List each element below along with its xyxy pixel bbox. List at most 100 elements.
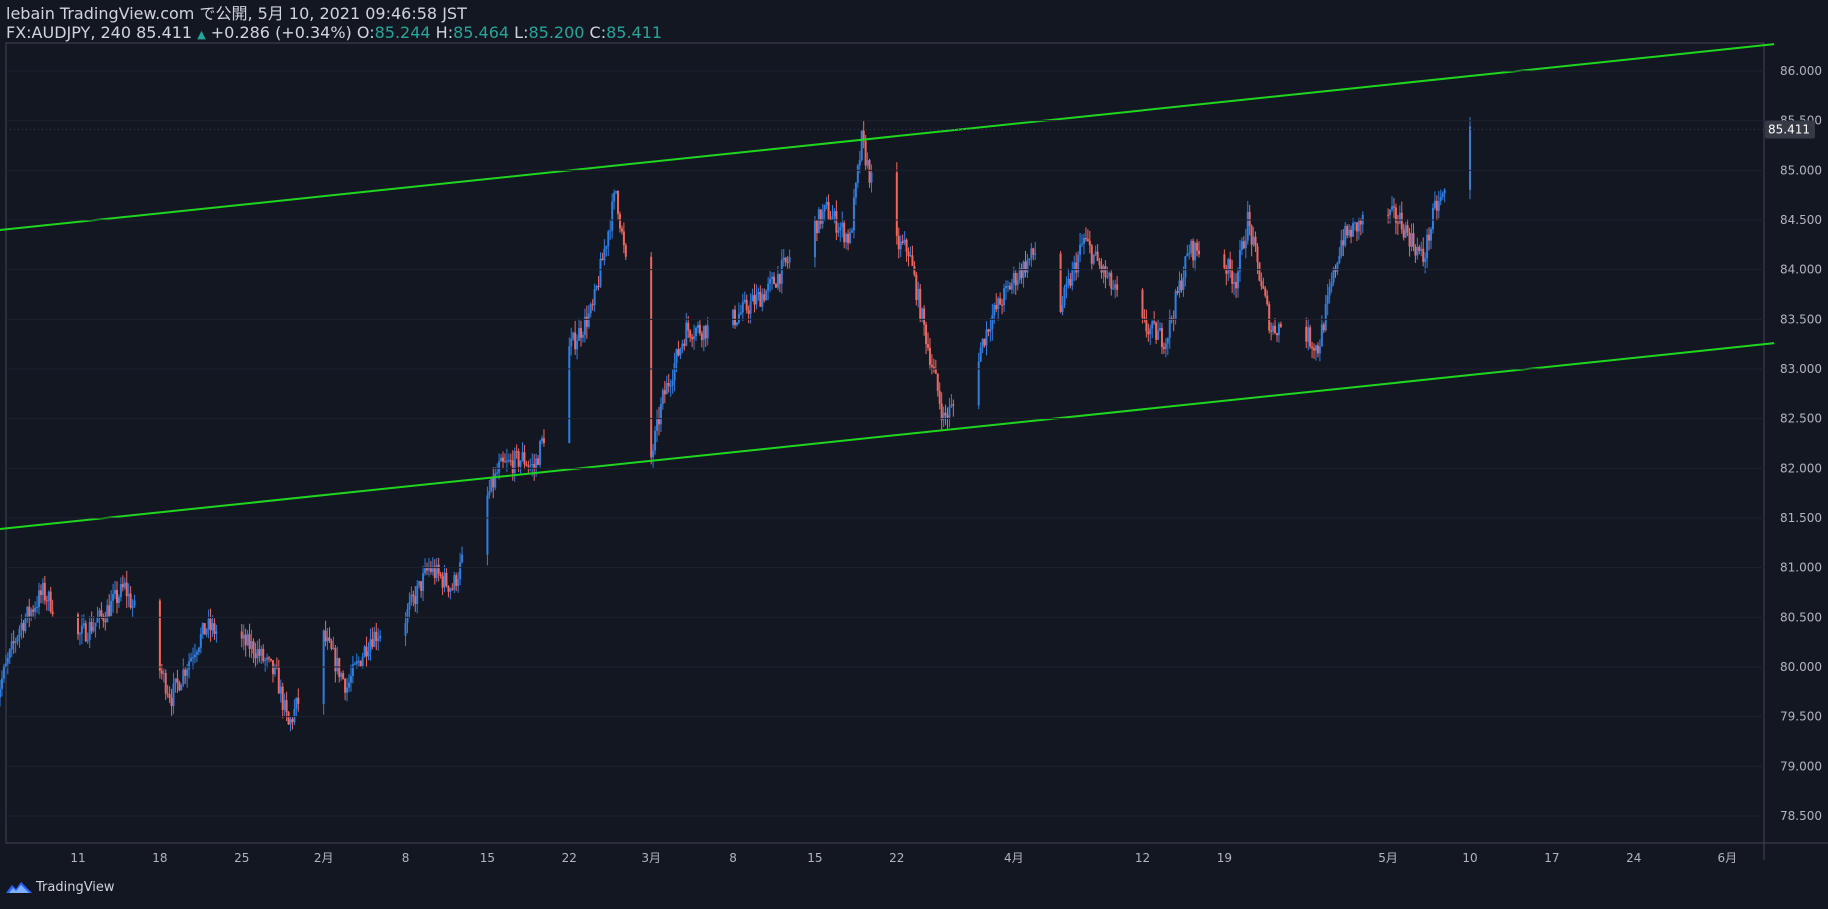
candle-body	[1240, 241, 1243, 251]
candle-body	[505, 460, 508, 462]
candle-body	[355, 661, 358, 664]
candle-body	[277, 667, 280, 694]
candle-body	[1359, 220, 1362, 225]
candle-body	[0, 688, 2, 698]
candle-body	[127, 593, 130, 597]
candle-body	[1320, 324, 1323, 347]
candle-body	[215, 631, 218, 634]
candle-body	[1430, 229, 1433, 241]
candle-body	[652, 450, 655, 458]
candle-body	[537, 458, 540, 465]
candle-body	[256, 649, 259, 659]
candle-body	[601, 258, 604, 261]
candle-body	[28, 606, 31, 617]
candle-body	[1032, 248, 1035, 255]
brand-label[interactable]: TradingView	[36, 880, 115, 895]
candle-body	[186, 669, 189, 676]
candle-body	[657, 418, 660, 425]
channel-line-lower[interactable]	[0, 342, 1775, 532]
candle-body	[671, 380, 674, 386]
candle-body	[823, 204, 826, 212]
candle-body	[443, 572, 446, 588]
candle-body	[938, 390, 941, 404]
candle-body	[1309, 327, 1312, 347]
candle-body	[1231, 270, 1234, 284]
candles-group	[0, 117, 1471, 732]
candle-body	[86, 639, 89, 642]
candle-body	[661, 390, 664, 405]
candle-body	[1422, 248, 1425, 262]
candle-body	[353, 663, 356, 665]
candle-body	[1100, 265, 1103, 273]
candle-body	[1346, 226, 1349, 236]
candle-body	[375, 631, 378, 642]
price-axis[interactable]: 78.500 79.000 79.500 80.000 80.500 81.000 81.5…	[6, 64, 1822, 823]
candle-body	[1094, 251, 1097, 255]
candle-body	[683, 343, 686, 346]
candle-body	[188, 661, 191, 670]
candle-body	[1357, 220, 1360, 232]
candle-body	[240, 631, 243, 639]
candle-body	[706, 325, 709, 339]
tradingview-logo-icon[interactable]	[6, 881, 32, 895]
candle-body	[178, 682, 181, 691]
candle-body	[131, 605, 134, 608]
candle-body	[1160, 328, 1163, 348]
x-tick-label: 11	[70, 851, 85, 865]
candle-body	[675, 349, 678, 363]
x-tick-label: 15	[807, 851, 822, 865]
candle-body	[595, 286, 598, 289]
candle-body	[698, 324, 701, 334]
candle-body	[39, 590, 42, 596]
candle-body	[936, 373, 939, 391]
candle-body	[281, 686, 284, 710]
candle-body	[371, 639, 374, 647]
candle-body	[1176, 291, 1179, 293]
candle-body	[860, 130, 863, 161]
candle-body	[1096, 251, 1099, 261]
candle-body	[903, 239, 906, 243]
price-chart[interactable]: 78.500 79.000 79.500 80.000 80.500 81.000 81.5…	[0, 0, 1828, 909]
candle-body	[979, 347, 982, 362]
candle-body	[769, 278, 772, 284]
candle-body	[250, 641, 253, 649]
candle-body	[1324, 303, 1327, 331]
candle-body	[607, 231, 610, 247]
candle-body	[735, 322, 738, 325]
candle-body	[180, 684, 183, 691]
candle-body	[507, 460, 510, 462]
candle-body	[1024, 261, 1027, 273]
candle-body	[416, 585, 419, 605]
candle-body	[833, 211, 836, 217]
candle-body	[1237, 271, 1239, 289]
candle-body	[84, 623, 87, 642]
candle-body	[950, 404, 953, 407]
candle-body	[1104, 266, 1107, 278]
candle-body	[617, 190, 620, 215]
candle-body	[654, 430, 657, 451]
candle-body	[203, 623, 206, 635]
x-tick-label: 15	[480, 851, 495, 865]
candle-body	[1071, 269, 1074, 286]
candle-body	[6, 658, 9, 664]
channel-line-upper[interactable]	[0, 43, 1775, 233]
x-tick-label: 5月	[1378, 851, 1398, 865]
candle-body	[373, 631, 376, 647]
candle-body	[1435, 200, 1438, 211]
candle-body	[1254, 236, 1257, 247]
x-tick-label: 25	[234, 851, 249, 865]
candle-body	[117, 597, 120, 603]
candle-body	[1081, 243, 1084, 245]
candle-body	[24, 618, 27, 632]
plot-area-border	[5, 42, 1765, 844]
candle-body	[1223, 254, 1226, 269]
candle-body	[4, 663, 7, 667]
candle-body	[1008, 285, 1011, 290]
candle-body	[174, 678, 177, 684]
candle-body	[1248, 211, 1251, 226]
candle-body	[328, 637, 331, 641]
candle-body	[104, 620, 107, 623]
candle-body	[839, 227, 842, 231]
candle-body	[453, 575, 456, 590]
time-axis[interactable]: 11 18 25 2月 8 15 22 3月 8 15 22 4月 12 19 5月 10 17 24 6月	[70, 851, 1737, 865]
